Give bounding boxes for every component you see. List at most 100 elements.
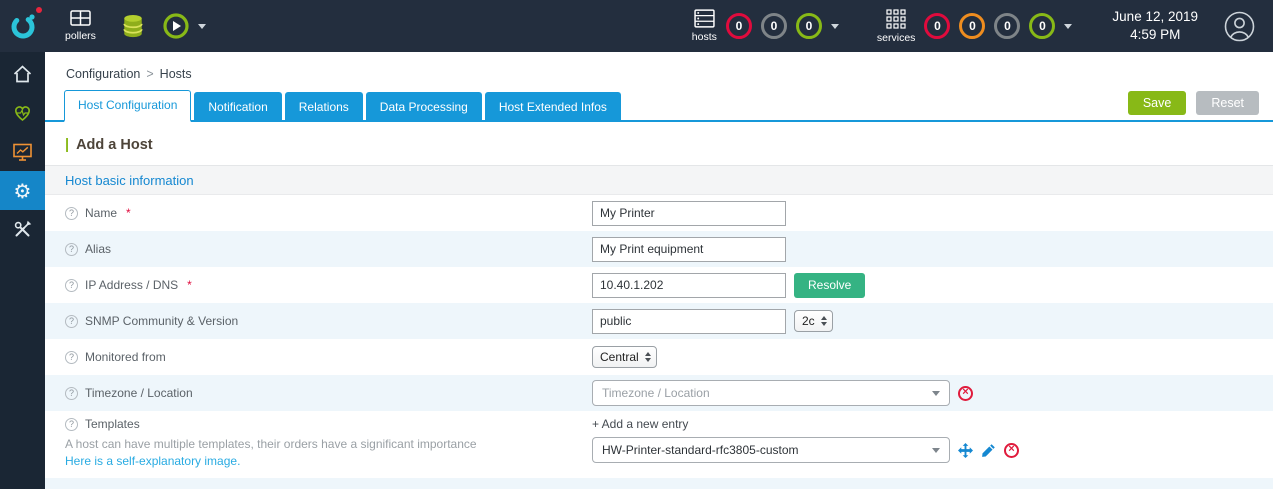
move-template-icon[interactable] <box>958 442 973 458</box>
hosts-menu[interactable]: hosts <box>692 9 717 43</box>
form-actions: Save Reset <box>1127 90 1273 115</box>
help-icon[interactable] <box>65 350 78 364</box>
help-icon[interactable] <box>65 417 78 431</box>
help-icon[interactable] <box>65 206 78 220</box>
name-label: Name * <box>45 206 592 220</box>
form-row-name: Name * <box>45 195 1273 231</box>
database-export-button[interactable] <box>122 14 144 38</box>
chevron-down-icon[interactable] <box>830 23 839 29</box>
ip-label: IP Address / DNS * <box>45 278 592 292</box>
chevron-down-icon[interactable] <box>197 23 206 29</box>
tools-icon <box>12 219 33 240</box>
sidebar-item-monitoring[interactable] <box>0 93 45 132</box>
services-warning-badge[interactable]: 0 <box>959 13 986 39</box>
form-row-alias: Alias <box>45 231 1273 267</box>
form-row-templates: Templates + Add a new entry A host can h… <box>45 411 1273 478</box>
monitored-from-label: Monitored from <box>45 350 592 364</box>
services-icon <box>886 8 906 29</box>
timezone-select[interactable]: Timezone / Location <box>592 380 950 406</box>
snmp-version-select[interactable]: 2c <box>794 310 833 332</box>
form-row-monitored-from: Monitored from Central <box>45 339 1273 375</box>
alias-input[interactable] <box>592 236 786 262</box>
sidebar-item-administration[interactable] <box>0 210 45 249</box>
remove-template-icon[interactable] <box>1004 442 1019 458</box>
chevron-down-icon <box>932 390 940 396</box>
topbar: pollers hosts 0 0 0 services 0 0 0 0 Jun… <box>0 0 1273 52</box>
section-host-basic-information: Host basic information <box>45 165 1273 195</box>
monitored-from-select[interactable]: Central <box>592 346 657 368</box>
hosts-label: hosts <box>691 31 717 43</box>
breadcrumb-hosts[interactable]: Hosts <box>160 67 192 81</box>
chevron-down-icon[interactable] <box>1064 23 1073 29</box>
breadcrumb: Configuration > Hosts <box>45 52 1273 81</box>
snmp-label: SNMP Community & Version <box>45 314 592 328</box>
generate-configuration-button[interactable] <box>162 12 190 40</box>
add-template-entry-link[interactable]: + Add a new entry <box>592 417 688 431</box>
services-unknown-badge[interactable]: 0 <box>994 13 1021 39</box>
user-avatar-icon <box>1224 11 1255 42</box>
heart-pulse-icon <box>12 103 33 122</box>
pollers-icon <box>70 10 91 27</box>
page-title: | Add a Host <box>65 137 153 153</box>
template-select[interactable]: HW-Printer-standard-rfc3805-custom <box>592 437 950 463</box>
hosts-status-group: hosts 0 0 0 <box>692 9 839 43</box>
hosts-down-badge[interactable]: 0 <box>725 13 752 39</box>
name-input[interactable] <box>592 200 786 226</box>
current-date: June 12, 2019 <box>1112 8 1198 24</box>
hosts-icon <box>694 9 715 28</box>
templates-help: A host can have multiple templates, thei… <box>45 437 592 470</box>
select-arrows-icon <box>644 352 651 362</box>
breadcrumb-configuration[interactable]: Configuration <box>66 67 140 81</box>
required-asterisk: * <box>187 278 192 292</box>
main-content: Configuration > Hosts Host Configuration… <box>45 52 1273 489</box>
tab-relations[interactable]: Relations <box>284 92 363 120</box>
chevron-down-icon <box>932 447 940 453</box>
form-row-create-services: Create Services linked to the Template t… <box>45 478 1273 489</box>
services-menu[interactable]: services <box>876 8 916 44</box>
sidebar-item-home[interactable] <box>0 54 45 93</box>
resolve-button[interactable]: Resolve <box>794 272 866 298</box>
help-icon[interactable] <box>65 278 78 292</box>
breadcrumb-separator: > <box>146 67 154 81</box>
templates-help-text: A host can have multiple templates, thei… <box>65 437 477 451</box>
ip-input[interactable] <box>592 272 786 298</box>
select-arrows-icon <box>820 316 827 326</box>
clock: June 12, 2019 4:59 PM <box>1112 8 1198 44</box>
services-critical-badge[interactable]: 0 <box>924 13 951 39</box>
edit-template-icon[interactable] <box>981 443 996 458</box>
user-profile-button[interactable] <box>1224 11 1255 42</box>
help-icon[interactable] <box>65 314 78 328</box>
services-ok-badge[interactable]: 0 <box>1029 13 1056 39</box>
save-button[interactable]: Save <box>1127 90 1187 115</box>
help-icon[interactable] <box>65 242 78 256</box>
sidebar-item-configuration[interactable]: ⚙ <box>0 171 45 210</box>
help-icon[interactable] <box>65 386 78 400</box>
template-selected-value: HW-Printer-standard-rfc3805-custom <box>602 443 799 457</box>
generate-configuration-icon <box>162 12 190 40</box>
chart-icon <box>12 142 33 162</box>
sidebar: ⚙ <box>0 52 45 489</box>
services-status-group: services 0 0 0 0 <box>876 8 1073 44</box>
required-asterisk: * <box>126 206 131 220</box>
tab-host-extended-infos[interactable]: Host Extended Infos <box>484 92 621 120</box>
tab-notification[interactable]: Notification <box>194 92 282 120</box>
templates-help-link[interactable]: Here is a self-explanatory image. <box>65 454 240 468</box>
services-label: services <box>876 31 916 44</box>
alias-label: Alias <box>45 242 592 256</box>
snmp-community-input[interactable] <box>592 308 786 334</box>
centreon-logo[interactable] <box>0 0 45 52</box>
notification-dot <box>36 7 42 13</box>
centreon-logo-icon <box>8 11 38 41</box>
hosts-up-badge[interactable]: 0 <box>795 13 822 39</box>
tab-host-configuration[interactable]: Host Configuration <box>64 90 192 122</box>
form-row-timezone: Timezone / Location Timezone / Location <box>45 375 1273 411</box>
sidebar-item-reporting[interactable] <box>0 132 45 171</box>
tab-data-processing[interactable]: Data Processing <box>365 92 482 120</box>
clear-timezone-icon[interactable] <box>958 385 973 401</box>
templates-label: Templates <box>45 417 592 431</box>
pollers-menu[interactable]: pollers <box>65 10 96 42</box>
reset-button[interactable]: Reset <box>1196 90 1259 115</box>
hosts-unreachable-badge[interactable]: 0 <box>760 13 787 39</box>
timezone-label: Timezone / Location <box>45 386 592 400</box>
current-time: 4:59 PM <box>1130 27 1181 42</box>
